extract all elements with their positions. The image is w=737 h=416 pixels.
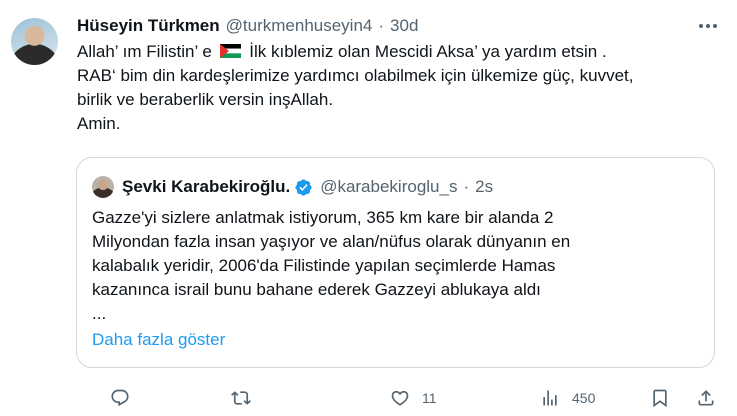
tweet-line-text: İlk kıblemiz olan Mescidi Aksa’ ya yardı… [249,42,607,61]
quoted-tweet-time: 2s [475,177,494,196]
views-chart-icon [543,390,557,406]
tweet-time[interactable]: 30d [390,16,418,36]
show-more-link[interactable]: Daha fazla göster [92,330,225,350]
bookmark-icon [653,389,667,408]
quoted-tweet-text: Gazze'yi sizlere anlatmak istiyorum, 365… [92,206,702,326]
tweet-text: Allah’ ım Filistin’ e İlk kıblemiz olan … [77,40,727,136]
separator-dot: · [463,177,470,196]
palestine-flag-icon [219,44,241,58]
tweet-line: RAB‘ bim din kardeşlerimize yardımcı ola… [77,66,634,85]
quoted-line: Gazze'yi sizlere anlatmak istiyorum, 365… [92,208,554,227]
separator-dot: · [378,16,385,35]
retweet-icon [231,391,251,405]
quoted-line: kalabalık yeridir, 2006'da Filistinde ya… [92,256,556,275]
retweet-button[interactable] [231,384,263,412]
reply-icon [111,389,129,407]
author-handle[interactable]: @turkmenhuseyin4 [226,16,373,36]
tweet-line: birlik ve beraberlik versin inşAllah. [77,90,334,109]
bookmark-button[interactable] [650,384,670,412]
views-button[interactable]: 450 [540,384,595,412]
tweet-actions: 11 450 [0,384,737,412]
author-avatar[interactable] [11,18,58,65]
tweet-line: Allah’ ım Filistin’ e İlk kıblemiz olan … [77,40,727,64]
quoted-line: kazanınca israil bunu bahane ederek Gazz… [92,280,541,299]
like-button[interactable]: 11 [390,384,437,412]
tweet-header: Hüseyin Türkmen @turkmenhuseyin4 · 30d [77,14,418,38]
like-count: 11 [422,390,437,406]
quoted-tweet-header: Şevki Karabekiroğlu. @karabekiroglu_s · … [122,175,493,199]
heart-icon [391,390,409,406]
quoted-tweet[interactable]: Şevki Karabekiroğlu. @karabekiroglu_s · … [76,157,715,368]
share-icon [698,390,714,406]
quoted-author-handle: @karabekiroglu_s [320,177,458,196]
tweet-line-text: Allah’ ım Filistin’ e [77,42,212,61]
views-count: 450 [572,390,596,406]
reply-button[interactable] [110,384,130,412]
quoted-author-name: Şevki Karabekiroğlu. [122,177,291,196]
quoted-author-avatar [92,176,114,198]
tweet-line: Amin. [77,114,121,133]
quoted-line: Milyondan fazla insan yaşıyor ve alan/nü… [92,232,571,251]
author-name[interactable]: Hüseyin Türkmen [77,16,220,36]
more-options-icon[interactable] [697,16,719,36]
verified-badge-icon [295,178,312,196]
quoted-line: ... [92,304,107,323]
share-button[interactable] [696,384,716,412]
